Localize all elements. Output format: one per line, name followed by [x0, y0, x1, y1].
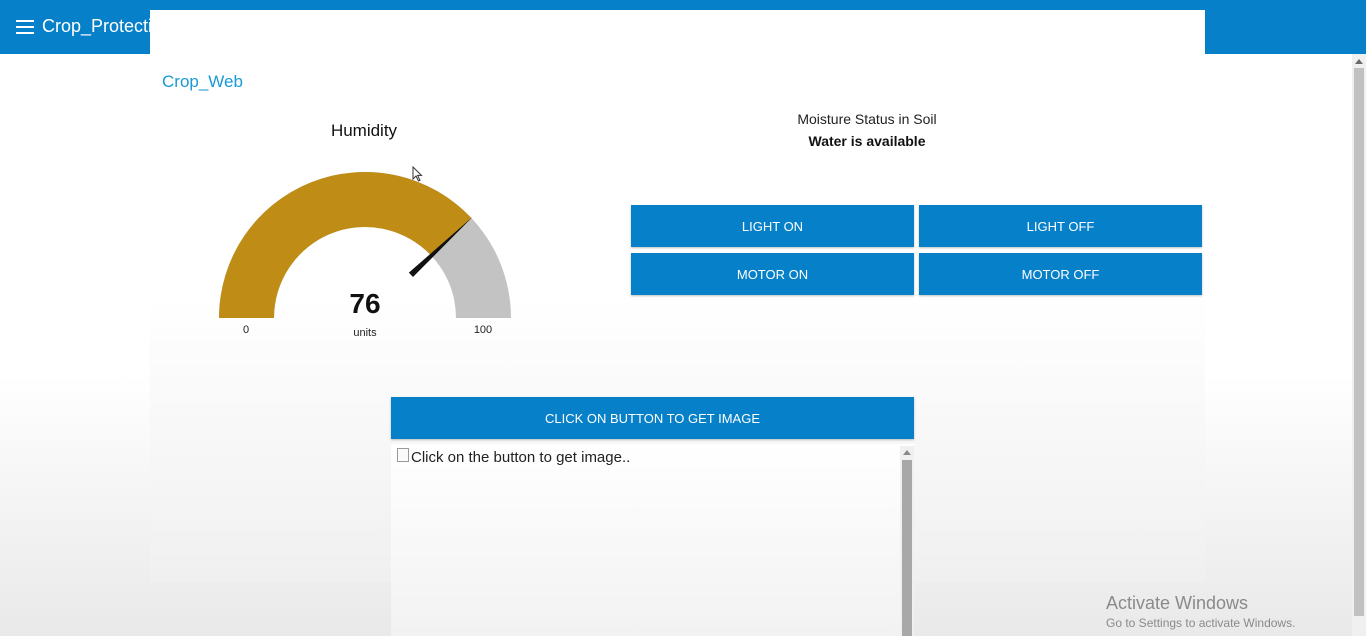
moisture-status-label: Moisture Status in Soil [797, 111, 937, 127]
scroll-up-arrow-icon[interactable] [903, 450, 911, 455]
broken-image-icon [397, 448, 409, 462]
image-alt-text: Click on the button to get image.. [411, 449, 631, 466]
group-title: Crop_Web [162, 72, 243, 91]
activate-windows-title: Activate Windows [1106, 593, 1249, 613]
page-scrollbar[interactable] [1352, 54, 1366, 636]
scroll-up-arrow-icon[interactable] [1355, 59, 1363, 64]
gauge-units: units [353, 327, 377, 339]
gauge-max-label: 100 [473, 324, 493, 336]
hamburger-menu-icon[interactable] [16, 20, 34, 34]
motor-off-button[interactable]: MOTOR OFF [919, 253, 1202, 295]
mouse-cursor-icon [412, 166, 423, 182]
light-off-button[interactable]: LIGHT OFF [919, 205, 1202, 247]
gauge-min-label: 0 [242, 324, 250, 336]
motor-on-button[interactable]: MOTOR ON [631, 253, 914, 295]
scrollbar-thumb[interactable] [902, 460, 912, 636]
get-image-button[interactable]: CLICK ON BUTTON TO GET IMAGE [391, 397, 914, 439]
gauge-title: Humidity [330, 121, 398, 140]
moisture-status-value: Water is available [808, 133, 926, 149]
image-panel-scrollbar[interactable] [900, 446, 914, 636]
activate-windows-subtitle: Go to Settings to activate Windows. [1106, 616, 1296, 630]
light-on-button[interactable]: LIGHT ON [631, 205, 914, 247]
image-panel [391, 444, 914, 636]
scrollbar-thumb[interactable] [1354, 68, 1364, 616]
gauge-value: 76 [349, 288, 381, 319]
